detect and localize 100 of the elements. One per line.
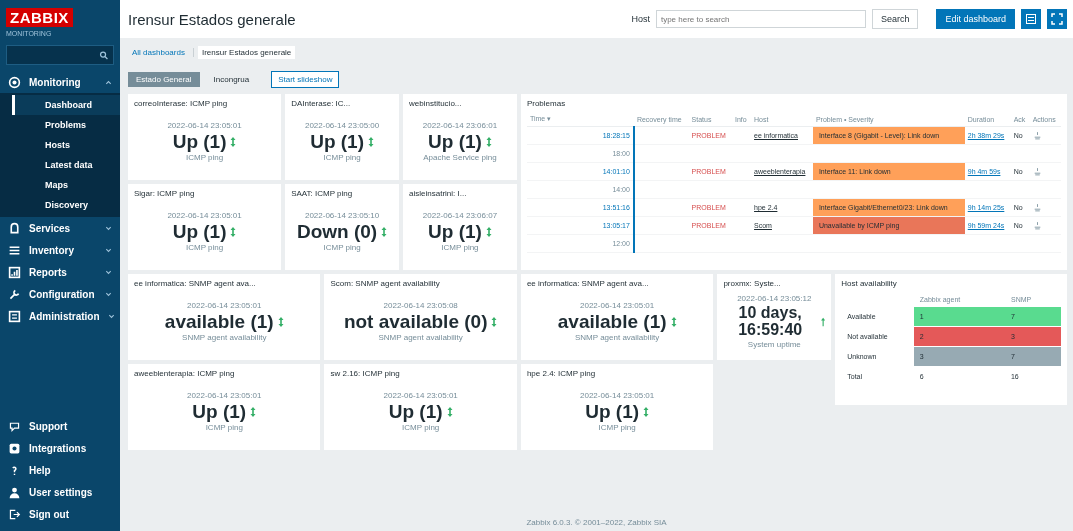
item-description: ICMP ping [205,423,243,433]
menu-item[interactable]: Inventory [0,239,120,261]
menu-icon [8,507,21,521]
widget-title: hpe 2.4: ICMP ping [526,369,597,378]
submenu-item[interactable]: Maps [12,175,120,195]
item-value: Up (1) [428,131,482,152]
item-description: ICMP ping [402,423,440,433]
widget-title: Host availability [841,279,898,288]
timestamp: 2022-06-14 23:05:12 [737,293,812,303]
submenu-item[interactable]: Dashboard [12,95,120,115]
item-value: Up (1) [428,221,482,242]
menu-item[interactable]: Reports [0,261,120,283]
slideshow-button[interactable]: Start slideshow [271,70,340,88]
zabbix-logo: ZABBIX [6,8,73,27]
item-value: Up (1) [172,131,227,152]
widget-title: Sigar: ICMP ping [134,189,196,198]
menu-item[interactable]: Configuration [0,283,120,305]
timestamp: 2022-06-14 23:05:01 [187,300,262,310]
edit-dashboard-button[interactable]: Edit dashboard [936,9,1015,29]
breadcrumb-link[interactable]: Irensur Estados generale [197,45,296,59]
widget-title: Scom: SNMP agent availability [330,279,441,288]
page-tab[interactable]: Incongrua [205,71,258,87]
widget-title: proxmx: Syste... [723,279,782,288]
item-description: ICMP ping [185,153,224,163]
menu-item[interactable]: User settings [0,481,120,503]
menu-icon [8,75,21,89]
widget-title: sw 2.16: ICMP ping [330,369,401,378]
footer-text: Zabbix 6.0.3. © 2001–2022, Zabbix SIA [525,518,668,529]
item-value: not available (0) [343,311,488,332]
submenu-item[interactable]: Hosts [12,135,120,155]
action-menu-button[interactable] [1021,9,1041,29]
item-value: Down (0) [297,221,378,242]
host-search-field[interactable]: type here to search [655,10,866,28]
up-down-arrow-icon [250,405,257,418]
item-value: Up (1) [585,401,640,422]
menu-icon [8,485,21,499]
list-icon [1025,13,1037,25]
item-description: ICMP ping [323,243,361,253]
menu-icon [8,441,21,455]
timestamp: 2022-06-14 23:05:01 [580,390,655,400]
up-down-arrow-icon [381,225,388,238]
timestamp: 2022-06-14 23:05:10 [304,210,380,220]
fullscreen-button[interactable] [1047,9,1067,29]
dashboard-title: Irensur Estados generale [128,10,297,28]
item-description: SNMP agent availability [574,333,660,343]
widget-title: aweeblenterapia: ICMP ping [134,369,236,378]
widget-title: webinstitucio... [409,99,463,108]
up-down-arrow-icon [485,135,492,148]
up-down-arrow-icon [277,315,284,328]
search-field[interactable] [6,45,114,65]
menu-item[interactable]: Administration [0,305,120,327]
up-arrow-icon [821,315,826,328]
submenu-item[interactable]: Problems [12,115,120,135]
item-value: Up (1) [388,401,443,422]
item-description: ICMP ping [185,243,224,253]
up-down-arrow-icon [485,225,492,238]
item-value: Up (1) [310,131,364,152]
menu-item[interactable]: Help [0,459,120,481]
breadcrumb-link[interactable]: All dashboards [128,45,189,59]
widget-title: ee informatica: SNMP agent ava... [134,279,257,288]
item-description: System uptime [747,340,801,350]
item-description: Apache Service ping [423,153,497,163]
submenu-item[interactable]: Latest data [12,155,120,175]
widget-title: Problemas [526,99,567,108]
search-button[interactable]: Search [871,9,919,29]
up-down-arrow-icon [368,135,374,148]
host-label: Host [631,14,650,24]
fullscreen-icon [1051,13,1063,25]
item-description: ICMP ping [441,243,479,253]
timestamp: 2022-06-14 23:05:00 [304,120,380,130]
menu-item[interactable]: Monitoring [0,71,120,93]
item-value: Up (1) [192,401,247,422]
menu-item[interactable]: Support [0,415,120,437]
menu-item[interactable]: Sign out [0,503,120,525]
widget-title: ee informatica: SNMP agent ava... [526,279,650,288]
item-value: Up (1) [172,221,227,242]
up-down-arrow-icon [670,315,677,328]
up-down-arrow-icon [230,225,237,238]
up-down-arrow-icon [643,405,650,418]
menu-item[interactable]: Services [0,217,120,239]
submenu-item[interactable]: Discovery [12,195,120,215]
item-description: ICMP ping [598,423,636,433]
menu-icon [8,287,21,301]
timestamp: 2022-06-14 23:05:08 [383,300,458,310]
timestamp: 2022-06-14 23:06:07 [422,210,498,220]
timestamp: 2022-06-14 23:05:01 [167,210,242,220]
item-value: 10 days, 16:59:40 [737,304,804,339]
timestamp: 2022-06-14 23:05:01 [383,390,458,400]
item-description: SNMP agent availability [378,333,463,343]
timestamp: 2022-06-14 23:05:01 [167,120,242,130]
menu-item[interactable]: Integrations [0,437,120,459]
menu-icon [8,265,21,279]
widget-title: correoInterase: ICMP ping [134,99,229,108]
item-value: available (1) [557,311,667,332]
menu-icon [8,309,21,323]
up-down-arrow-icon [446,405,453,418]
timestamp: 2022-06-14 23:05:01 [580,300,655,310]
search-icon [99,48,109,62]
menu-icon [8,243,21,257]
timestamp: 2022-06-14 23:05:01 [187,390,262,400]
